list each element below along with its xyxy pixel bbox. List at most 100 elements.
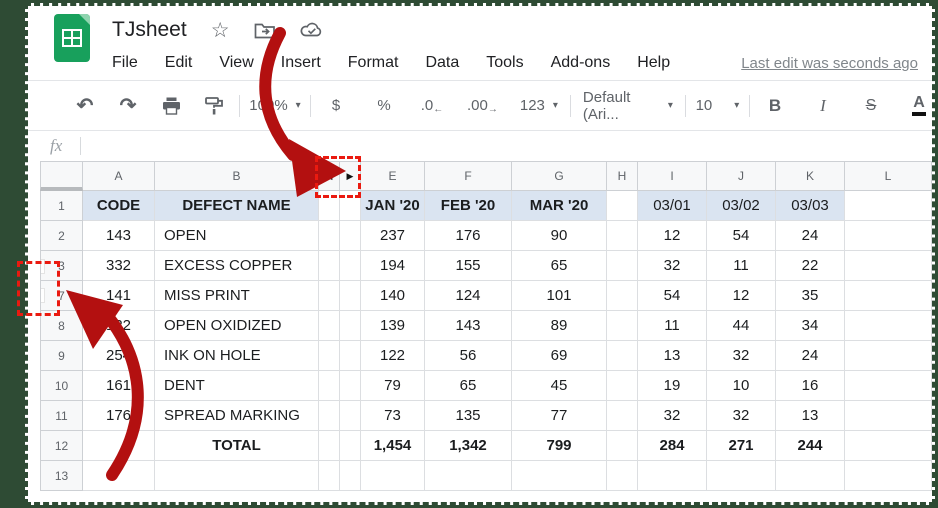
cell-CL1[interactable] bbox=[319, 191, 340, 221]
row-header-11[interactable]: 11 bbox=[40, 401, 83, 431]
cell-G13[interactable] bbox=[512, 461, 607, 491]
cell-J3[interactable]: 11 bbox=[707, 251, 776, 281]
cell-J12[interactable]: 271 bbox=[707, 431, 776, 461]
move-folder-icon[interactable] bbox=[254, 21, 276, 39]
column-header-B[interactable]: B bbox=[155, 161, 319, 191]
column-header-H[interactable]: H bbox=[607, 161, 638, 191]
cell-I10[interactable]: 19 bbox=[638, 371, 707, 401]
cell-CR12[interactable] bbox=[340, 431, 361, 461]
row-header-1[interactable]: 1 bbox=[40, 191, 83, 221]
cell-K3[interactable]: 22 bbox=[776, 251, 845, 281]
cell-K12[interactable]: 244 bbox=[776, 431, 845, 461]
cell-CL12[interactable] bbox=[319, 431, 340, 461]
cell-F2[interactable]: 176 bbox=[425, 221, 512, 251]
cell-A7[interactable]: 141 bbox=[83, 281, 155, 311]
cell-E2[interactable]: 237 bbox=[361, 221, 425, 251]
last-edit-status[interactable]: Last edit was seconds ago bbox=[741, 55, 918, 72]
cell-E10[interactable]: 79 bbox=[361, 371, 425, 401]
column-header-F[interactable]: F bbox=[425, 161, 512, 191]
cell-A2[interactable]: 143 bbox=[83, 221, 155, 251]
cell-H3[interactable] bbox=[607, 251, 638, 281]
hidden-rows-expand-down[interactable]: ▼ bbox=[40, 288, 45, 303]
cell-J11[interactable]: 32 bbox=[707, 401, 776, 431]
cell-H12[interactable] bbox=[607, 431, 638, 461]
row-header-13[interactable]: 13 bbox=[40, 461, 83, 491]
cell-CR8[interactable] bbox=[340, 311, 361, 341]
cell-B9[interactable]: INK ON HOLE bbox=[155, 341, 319, 371]
cell-L3[interactable] bbox=[845, 251, 932, 281]
row-header-7[interactable]: 7▼ bbox=[40, 281, 83, 311]
cell-H10[interactable] bbox=[607, 371, 638, 401]
undo-button[interactable]: ↶ bbox=[72, 91, 98, 121]
cell-H13[interactable] bbox=[607, 461, 638, 491]
cell-I1[interactable]: 03/01 bbox=[638, 191, 707, 221]
cell-E7[interactable]: 140 bbox=[361, 281, 425, 311]
cell-L12[interactable] bbox=[845, 431, 932, 461]
cell-F1[interactable]: FEB '20 bbox=[425, 191, 512, 221]
cell-J2[interactable]: 54 bbox=[707, 221, 776, 251]
menu-file[interactable]: File bbox=[112, 54, 138, 72]
cell-B13[interactable] bbox=[155, 461, 319, 491]
row-header-12[interactable]: 12 bbox=[40, 431, 83, 461]
cell-G10[interactable]: 45 bbox=[512, 371, 607, 401]
column-header-G[interactable]: G bbox=[512, 161, 607, 191]
cell-L11[interactable] bbox=[845, 401, 932, 431]
row-header-8[interactable]: 8 bbox=[40, 311, 83, 341]
cell-G2[interactable]: 90 bbox=[512, 221, 607, 251]
cell-G3[interactable]: 65 bbox=[512, 251, 607, 281]
cell-A13[interactable] bbox=[83, 461, 155, 491]
cell-E9[interactable]: 122 bbox=[361, 341, 425, 371]
cell-I9[interactable]: 13 bbox=[638, 341, 707, 371]
star-icon[interactable]: ☆ bbox=[211, 20, 230, 41]
cell-CL8[interactable] bbox=[319, 311, 340, 341]
cell-CL3[interactable] bbox=[319, 251, 340, 281]
cell-J8[interactable]: 44 bbox=[707, 311, 776, 341]
cell-L1[interactable] bbox=[845, 191, 932, 221]
cell-B2[interactable]: OPEN bbox=[155, 221, 319, 251]
cell-CR2[interactable] bbox=[340, 221, 361, 251]
cell-K2[interactable]: 24 bbox=[776, 221, 845, 251]
cell-A1[interactable]: CODE bbox=[83, 191, 155, 221]
cell-A12[interactable] bbox=[83, 431, 155, 461]
cell-I3[interactable]: 32 bbox=[638, 251, 707, 281]
cell-E8[interactable]: 139 bbox=[361, 311, 425, 341]
bold-button[interactable]: B bbox=[762, 91, 788, 121]
cell-CR7[interactable] bbox=[340, 281, 361, 311]
cell-K1[interactable]: 03/03 bbox=[776, 191, 845, 221]
cell-E11[interactable]: 73 bbox=[361, 401, 425, 431]
cell-E13[interactable] bbox=[361, 461, 425, 491]
decrease-decimal-button[interactable]: .0← bbox=[419, 91, 445, 121]
menu-data[interactable]: Data bbox=[425, 54, 459, 72]
italic-button[interactable]: I bbox=[810, 91, 836, 121]
format-percent-button[interactable]: % bbox=[371, 91, 397, 121]
cell-CR1[interactable] bbox=[340, 191, 361, 221]
hidden-rows-expand-up[interactable]: ▲ bbox=[40, 259, 45, 274]
cell-G7[interactable]: 101 bbox=[512, 281, 607, 311]
column-header-A[interactable]: A bbox=[83, 161, 155, 191]
cell-B7[interactable]: MISS PRINT bbox=[155, 281, 319, 311]
cell-H1[interactable] bbox=[607, 191, 638, 221]
cell-G11[interactable]: 77 bbox=[512, 401, 607, 431]
cell-F3[interactable]: 155 bbox=[425, 251, 512, 281]
cell-F10[interactable]: 65 bbox=[425, 371, 512, 401]
cell-F12[interactable]: 1,342 bbox=[425, 431, 512, 461]
cell-F9[interactable]: 56 bbox=[425, 341, 512, 371]
document-title[interactable]: TJsheet bbox=[112, 18, 187, 42]
strikethrough-button[interactable]: S bbox=[858, 91, 884, 121]
column-header-J[interactable]: J bbox=[707, 161, 776, 191]
print-icon[interactable] bbox=[158, 91, 184, 121]
row-header-2[interactable]: 2 bbox=[40, 221, 83, 251]
cell-J13[interactable] bbox=[707, 461, 776, 491]
cell-E1[interactable]: JAN '20 bbox=[361, 191, 425, 221]
cell-L13[interactable] bbox=[845, 461, 932, 491]
cell-K10[interactable]: 16 bbox=[776, 371, 845, 401]
cell-I7[interactable]: 54 bbox=[638, 281, 707, 311]
menu-view[interactable]: View bbox=[219, 54, 253, 72]
cell-E12[interactable]: 1,454 bbox=[361, 431, 425, 461]
cell-H8[interactable] bbox=[607, 311, 638, 341]
cell-B1[interactable]: DEFECT NAME bbox=[155, 191, 319, 221]
cell-B10[interactable]: DENT bbox=[155, 371, 319, 401]
row-header-3[interactable]: 3▲ bbox=[40, 251, 83, 281]
sheets-logo-icon[interactable] bbox=[54, 14, 90, 62]
paint-format-icon[interactable] bbox=[201, 91, 227, 121]
